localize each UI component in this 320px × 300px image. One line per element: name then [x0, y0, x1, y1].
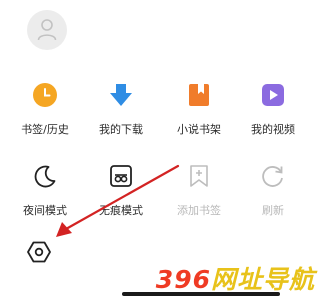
watermark-text-part1: 396	[155, 265, 211, 294]
watermark-text-part2: 网址导航	[210, 265, 315, 294]
annotation-arrow	[56, 164, 180, 237]
home-indicator[interactable]	[122, 292, 280, 296]
